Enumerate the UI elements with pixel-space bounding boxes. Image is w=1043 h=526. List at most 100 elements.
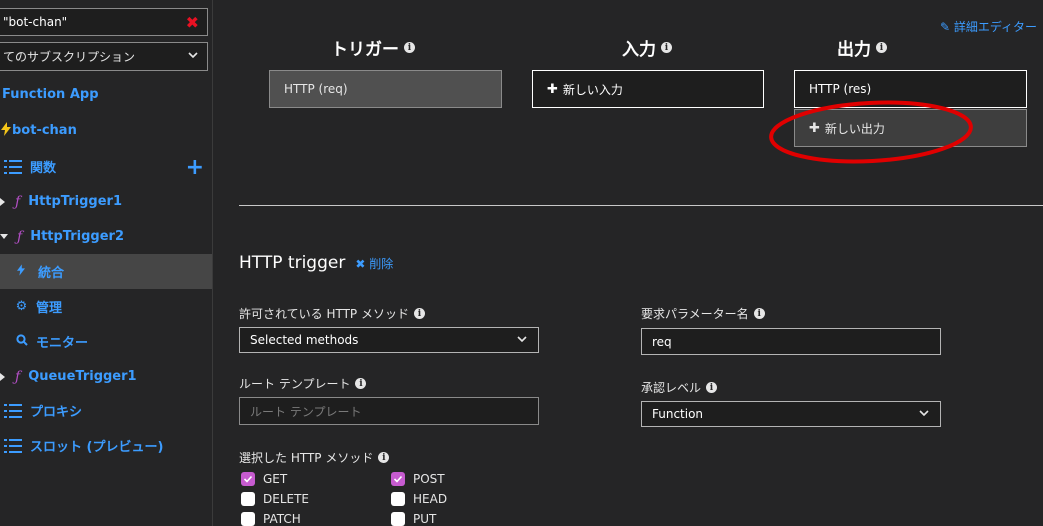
new-output-label: 新しい出力 bbox=[824, 121, 885, 136]
chevron-down-icon bbox=[187, 49, 199, 61]
auth-level-select[interactable]: Function bbox=[641, 401, 941, 427]
lightning-icon bbox=[0, 121, 12, 140]
edit-icon: ✎ bbox=[939, 20, 950, 34]
checkbox-checked-icon[interactable] bbox=[241, 472, 255, 486]
sidebar-item-label: QueueTrigger1 bbox=[28, 369, 137, 384]
methods-value: Selected methods bbox=[250, 333, 359, 347]
subscription-select[interactable]: てのサブスクリプション bbox=[0, 42, 208, 71]
sidebar: "bot-chan" ✖ てのサブスクリプション Function App bo… bbox=[0, 0, 213, 526]
info-icon[interactable]: i bbox=[661, 42, 672, 53]
input-column-title: 入力 i bbox=[622, 35, 672, 60]
main-panel: ✎ 詳細エディター トリガー i 入力 i 出力 i HTTP (req) ✚ … bbox=[214, 0, 1043, 526]
add-function-icon[interactable]: + bbox=[186, 155, 204, 180]
checkbox-unchecked-icon[interactable] bbox=[391, 492, 405, 506]
sidebar-item-label: 統合 bbox=[38, 266, 65, 281]
sidebar-item-monitor[interactable]: モニター bbox=[0, 324, 212, 359]
method-label: POST bbox=[413, 472, 445, 486]
method-label: HEAD bbox=[413, 492, 448, 506]
list-icon bbox=[4, 403, 22, 418]
sidebar-item-functions[interactable]: 関数 + bbox=[0, 149, 212, 184]
output-binding-http-res[interactable]: HTTP (res) bbox=[794, 70, 1027, 108]
sidebar-item-httptrigger2[interactable]: ƒ HttpTrigger2 bbox=[0, 219, 212, 254]
expand-arrow-icon[interactable] bbox=[0, 372, 5, 381]
method-checkbox-put[interactable]: PUT bbox=[391, 512, 436, 526]
search-icon bbox=[15, 333, 28, 350]
new-input-label: 新しい入力 bbox=[562, 82, 623, 97]
info-icon[interactable]: i bbox=[413, 308, 425, 319]
info-icon[interactable]: i bbox=[753, 308, 765, 319]
delete-label: 削除 bbox=[369, 257, 394, 271]
param-value: req bbox=[652, 334, 672, 349]
chevron-down-icon bbox=[516, 333, 528, 345]
sidebar-item-bot-chan[interactable]: bot-chan bbox=[0, 113, 212, 148]
sidebar-item-httptrigger1[interactable]: ƒ HttpTrigger1 bbox=[0, 184, 212, 219]
sidebar-item-label: モニター bbox=[36, 336, 89, 351]
methods-select[interactable]: Selected methods bbox=[239, 327, 539, 353]
trigger-binding-http-req[interactable]: HTTP (req) bbox=[269, 70, 502, 108]
clear-search-icon[interactable]: ✖ bbox=[186, 13, 199, 32]
method-label: PATCH bbox=[263, 512, 301, 526]
sidebar-item-label: Function App bbox=[2, 87, 99, 102]
sidebar-item-integrate[interactable]: 統合 bbox=[0, 254, 212, 289]
info-icon[interactable]: i bbox=[876, 42, 887, 53]
output-title: 出力 bbox=[837, 40, 871, 60]
sidebar-item-proxies[interactable]: プロキシ bbox=[0, 393, 212, 428]
auth-label: 承認レベル i bbox=[641, 379, 718, 396]
checkbox-checked-icon[interactable] bbox=[391, 472, 405, 486]
function-icon: ƒ bbox=[15, 193, 21, 210]
function-icon: ƒ bbox=[15, 368, 21, 385]
sidebar-item-queuetrigger1[interactable]: ƒ QueueTrigger1 bbox=[0, 359, 212, 394]
route-template-input[interactable]: ルート テンプレート bbox=[239, 397, 539, 425]
search-value: "bot-chan" bbox=[3, 15, 68, 29]
method-checkbox-head[interactable]: HEAD bbox=[391, 492, 447, 506]
trigger-binding-label: HTTP (req) bbox=[284, 82, 348, 96]
trigger-title: トリガー bbox=[331, 40, 399, 60]
sidebar-item-label: スロット (プレビュー) bbox=[30, 440, 164, 455]
info-icon[interactable]: i bbox=[355, 378, 367, 389]
selected-methods-text: 選択した HTTP メソッド bbox=[239, 451, 374, 465]
list-icon bbox=[4, 438, 22, 453]
info-icon[interactable]: i bbox=[378, 452, 390, 463]
function-icon: ƒ bbox=[17, 228, 23, 245]
method-checkbox-get[interactable]: GET bbox=[241, 472, 287, 486]
info-icon[interactable]: i bbox=[706, 382, 718, 393]
sidebar-item-manage[interactable]: ⚙ 管理 bbox=[0, 289, 212, 324]
new-input-button[interactable]: ✚ 新しい入力 bbox=[532, 70, 764, 108]
chevron-down-icon bbox=[918, 407, 930, 419]
sidebar-item-function-app[interactable]: Function App bbox=[0, 77, 212, 112]
output-column-title: 出力 i bbox=[837, 35, 887, 60]
advanced-editor-label: 詳細エディター bbox=[953, 20, 1037, 34]
collapse-arrow-icon[interactable] bbox=[0, 234, 8, 239]
trigger-column-title: トリガー i bbox=[331, 35, 415, 60]
info-icon[interactable]: i bbox=[404, 42, 415, 53]
method-checkbox-delete[interactable]: DELETE bbox=[241, 492, 309, 506]
lightning-icon bbox=[16, 263, 26, 280]
gear-icon: ⚙ bbox=[15, 299, 28, 314]
param-name-input[interactable]: req bbox=[641, 328, 941, 355]
param-label: 要求パラメーター名 i bbox=[641, 305, 765, 322]
route-label-text: ルート テンプレート bbox=[239, 377, 351, 391]
sidebar-item-label: 関数 bbox=[30, 161, 57, 176]
method-checkbox-post[interactable]: POST bbox=[391, 472, 445, 486]
sidebar-item-slots[interactable]: スロット (プレビュー) bbox=[0, 428, 212, 463]
sidebar-item-label: プロキシ bbox=[30, 405, 83, 420]
method-label: PUT bbox=[413, 512, 437, 526]
search-input[interactable]: "bot-chan" ✖ bbox=[0, 8, 208, 36]
methods-label-text: 許可されている HTTP メソッド bbox=[239, 307, 409, 321]
sidebar-item-label: bot-chan bbox=[12, 123, 77, 138]
route-label: ルート テンプレート i bbox=[239, 375, 367, 392]
section-title: HTTP trigger ✖ 削除 bbox=[239, 253, 393, 273]
checkbox-unchecked-icon[interactable] bbox=[241, 492, 255, 506]
advanced-editor-link[interactable]: ✎ 詳細エディター bbox=[940, 18, 1037, 35]
checkbox-unchecked-icon[interactable] bbox=[241, 512, 255, 526]
delete-link[interactable]: ✖ 削除 bbox=[355, 255, 393, 272]
checkbox-unchecked-icon[interactable] bbox=[391, 512, 405, 526]
section-divider bbox=[239, 205, 1043, 206]
method-checkbox-patch[interactable]: PATCH bbox=[241, 512, 301, 526]
expand-arrow-icon[interactable] bbox=[0, 197, 5, 206]
sidebar-item-label: 管理 bbox=[36, 301, 63, 316]
new-output-button[interactable]: ✚ 新しい出力 bbox=[794, 109, 1027, 147]
input-title: 入力 bbox=[622, 40, 656, 60]
sidebar-item-label: HttpTrigger2 bbox=[30, 229, 124, 244]
method-label: DELETE bbox=[263, 492, 310, 506]
